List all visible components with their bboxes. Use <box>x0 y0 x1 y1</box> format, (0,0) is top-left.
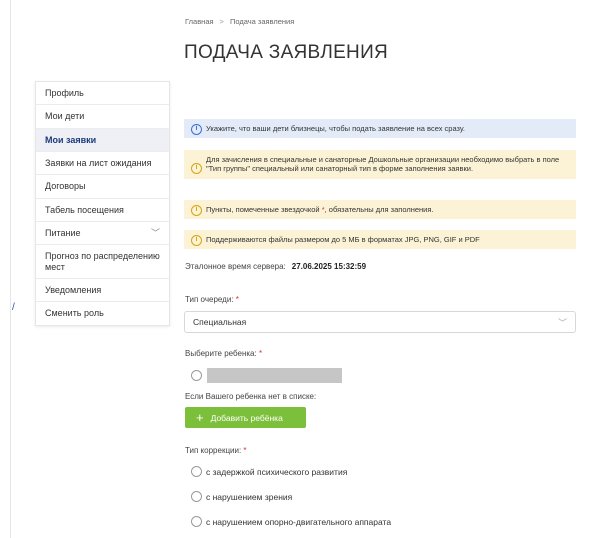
alert-required-fields: i Пункты, помеченные звездочкой *, обяза… <box>184 200 576 220</box>
sidebar: Профиль Мои дети Мои заявки Заявки на ли… <box>35 81 170 326</box>
breadcrumb-separator: > <box>219 17 224 26</box>
server-time-label: Эталонное время сервера: <box>185 262 286 271</box>
correction-radio-vision[interactable] <box>191 491 202 502</box>
chevron-down-icon: ﹀ <box>557 317 567 328</box>
plus-icon: + <box>196 410 204 425</box>
add-child-button[interactable]: + Добавить ребёнка <box>185 407 306 428</box>
sidebar-item-waitlist-applications[interactable]: Заявки на лист ожидания <box>36 152 169 176</box>
alert-text: Для зачисления в специальные и санаторны… <box>206 155 560 174</box>
alert-text: Укажите, что ваши дети близнецы, чтобы п… <box>206 124 465 133</box>
queue-type-label: Тип очереди: * <box>185 295 239 304</box>
sidebar-item-change-role[interactable]: Сменить роль <box>36 302 169 324</box>
sidebar-item-label: Питание <box>45 228 81 239</box>
sidebar-item-contracts[interactable]: Договоры <box>36 175 169 199</box>
sidebar-item-label: Профиль <box>45 88 84 98</box>
alert-text-after: , обязательны для заполнения. <box>324 205 434 214</box>
child-name-redacted <box>207 368 342 383</box>
sidebar-item-nutrition[interactable]: Питание ﹀ <box>36 222 169 246</box>
required-star: * <box>258 349 263 358</box>
correction-radio-musculoskeletal[interactable] <box>191 516 202 527</box>
queue-type-select[interactable]: Специальная ﹀ <box>184 311 576 333</box>
sidebar-item-profile[interactable]: Профиль <box>36 82 169 106</box>
field-label: Тип коррекции: <box>185 446 242 455</box>
sidebar-item-label: Заявки на лист ожидания <box>45 158 152 169</box>
alert-special-groups: i Для зачисления в специальные и санатор… <box>184 150 576 179</box>
sidebar-item-label: Договоры <box>45 181 86 192</box>
info-circle-icon: i <box>191 205 202 216</box>
sidebar-item-label: Мои заявки <box>45 134 97 145</box>
child-select-label: Выберите ребенка: * <box>185 349 262 358</box>
alert-twins-info: i Укажите, что ваши дети близнецы, чтобы… <box>184 119 576 139</box>
sidebar-item-forecast[interactable]: Прогноз по распределению мест <box>36 245 169 280</box>
field-label: Выберите ребенка: <box>185 349 257 358</box>
correction-option-label[interactable]: с задержкой психического развития <box>206 467 347 477</box>
chevron-down-icon: ﹀ <box>150 228 160 239</box>
page-title: ПОДАЧА ЗАЯВЛЕНИЯ <box>184 42 389 63</box>
sidebar-item-notifications[interactable]: Уведомления <box>36 279 169 303</box>
field-label: Тип очереди: <box>185 295 234 304</box>
sidebar-item-label: Уведомления <box>45 285 102 296</box>
alert-text-before: Пункты, помеченные звездочкой <box>206 205 322 214</box>
alert-text: Поддерживаются файлы размером до 5 МБ в … <box>206 235 480 244</box>
required-star: * <box>243 446 247 455</box>
correction-type-label: Тип коррекции: * <box>185 446 247 455</box>
breadcrumb-home-link[interactable]: Главная <box>185 17 214 26</box>
info-circle-icon: i <box>191 163 202 174</box>
server-time-value: 27.06.2025 15:32:59 <box>291 262 367 271</box>
sidebar-item-my-children[interactable]: Мои дети <box>36 105 169 129</box>
select-value: Специальная <box>193 317 247 327</box>
cursor-mark-icon: / <box>12 302 15 313</box>
alert-file-formats: i Поддерживаются файлы размером до 5 МБ … <box>184 230 576 250</box>
sidebar-item-attendance[interactable]: Табель посещения <box>36 199 169 223</box>
correction-option-label[interactable]: с нарушением опорно-двигательного аппара… <box>206 517 391 527</box>
button-label: Добавить ребёнка <box>210 412 283 423</box>
correction-radio-mental[interactable] <box>191 466 202 477</box>
sidebar-item-label: Табель посещения <box>45 204 124 215</box>
required-star: * <box>235 295 239 304</box>
child-radio[interactable] <box>191 370 202 381</box>
breadcrumb-current: Подача заявления <box>229 17 295 26</box>
server-time: Эталонное время сервера: 27.06.2025 15:32… <box>185 262 366 271</box>
sidebar-item-label: Прогноз по распределению мест <box>45 251 160 272</box>
sidebar-item-label: Сменить роль <box>45 308 104 319</box>
breadcrumb: Главная > Подача заявления <box>185 17 294 26</box>
info-circle-icon: i <box>191 235 202 246</box>
info-circle-icon: i <box>191 124 202 135</box>
child-not-found-text: Если Вашего ребенка нет в списке: <box>185 392 317 401</box>
correction-option-label[interactable]: с нарушением зрения <box>206 492 292 502</box>
sidebar-item-my-applications[interactable]: Мои заявки <box>36 128 169 153</box>
sidebar-item-label: Мои дети <box>45 111 85 122</box>
